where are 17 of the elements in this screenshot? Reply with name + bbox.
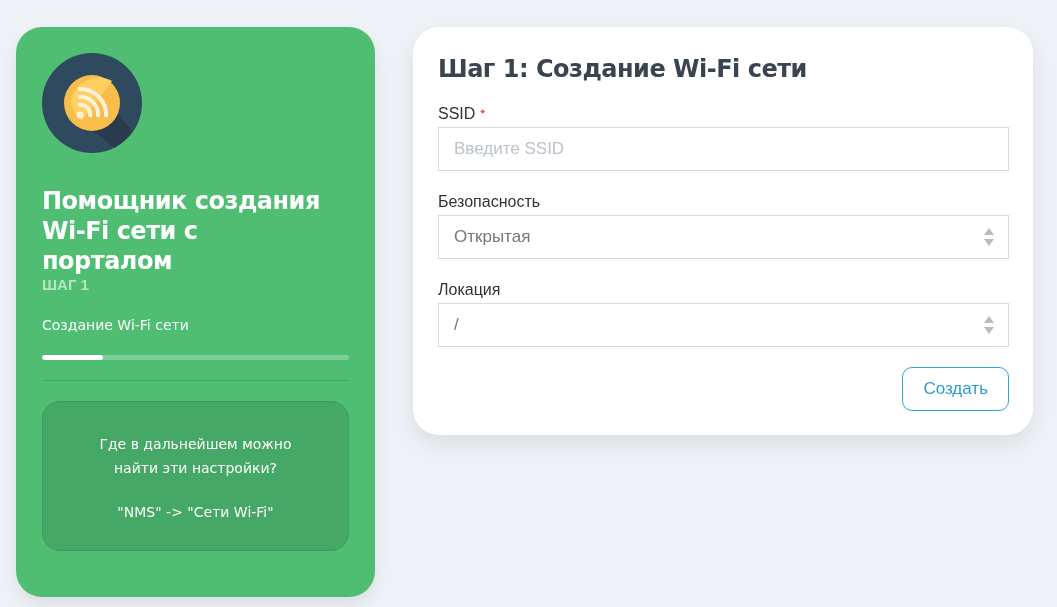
- wifi-icon: [42, 53, 142, 153]
- form-title: Шаг 1: Создание Wi-Fi сети: [438, 55, 808, 83]
- sort-arrows-icon: [984, 228, 994, 246]
- info-question: Где в дальнейшем можно найти эти настройки?: [98, 435, 293, 478]
- step-name: Создание Wi-Fi сети: [42, 317, 190, 333]
- field-label: Локация: [438, 281, 501, 299]
- field-label: Безопасность: [438, 193, 541, 211]
- wizard-title: Помощник создания Wi-Fi сети с порталом: [42, 186, 321, 276]
- ssid-input-field[interactable]: Введите SSID: [438, 127, 1009, 171]
- select-dropdown[interactable]: /: [438, 303, 1009, 347]
- step-label: ШАГ 1: [42, 276, 90, 293]
- required-asterisk-icon: [479, 108, 487, 115]
- sort-arrows-icon: [984, 316, 994, 334]
- select-dropdown[interactable]: Открытая: [438, 215, 1009, 259]
- field-label: SSID: [438, 105, 476, 123]
- create-button[interactable]: Создать: [902, 367, 1009, 411]
- settings-path: "NMS" -> "Сети Wi-Fi": [116, 503, 275, 522]
